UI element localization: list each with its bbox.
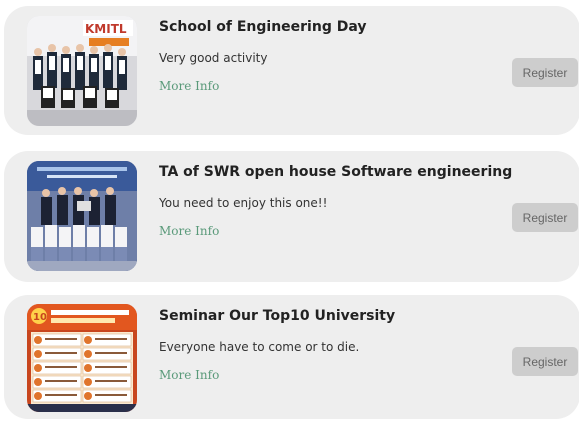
more-info-link[interactable]: More Info xyxy=(159,368,219,382)
group-photo-image xyxy=(27,161,137,271)
event-card: KMITL School of Engineering Day Very goo… xyxy=(4,6,579,135)
more-info-link[interactable]: More Info xyxy=(159,224,219,238)
register-button[interactable]: Register xyxy=(512,203,578,232)
event-thumbnail: 10 xyxy=(27,304,137,412)
register-button[interactable]: Register xyxy=(512,58,578,87)
kmitl-logo-text: KMITL xyxy=(85,22,127,36)
event-description: You need to enjoy this one!! xyxy=(159,196,328,210)
event-card: 10 Seminar Our Top10 University Everyone… xyxy=(4,295,579,419)
event-description: Everyone have to come or to die. xyxy=(159,340,360,354)
event-title: Seminar Our Top10 University xyxy=(159,308,396,324)
event-title: School of Engineering Day xyxy=(159,19,367,35)
event-thumbnail: KMITL xyxy=(27,16,137,126)
event-list: KMITL School of Engineering Day Very goo… xyxy=(0,0,579,421)
infographic-poster-image: 10 xyxy=(27,304,137,412)
event-title: TA of SWR open house Software engineerin… xyxy=(159,164,513,180)
event-thumbnail xyxy=(27,161,137,271)
more-info-link[interactable]: More Info xyxy=(159,79,219,93)
register-button[interactable]: Register xyxy=(512,347,578,376)
group-photo-image: KMITL xyxy=(27,16,137,126)
event-card: TA of SWR open house Software engineerin… xyxy=(4,151,579,282)
top10-badge-text: 10 xyxy=(33,312,47,323)
event-description: Very good activity xyxy=(159,51,268,65)
